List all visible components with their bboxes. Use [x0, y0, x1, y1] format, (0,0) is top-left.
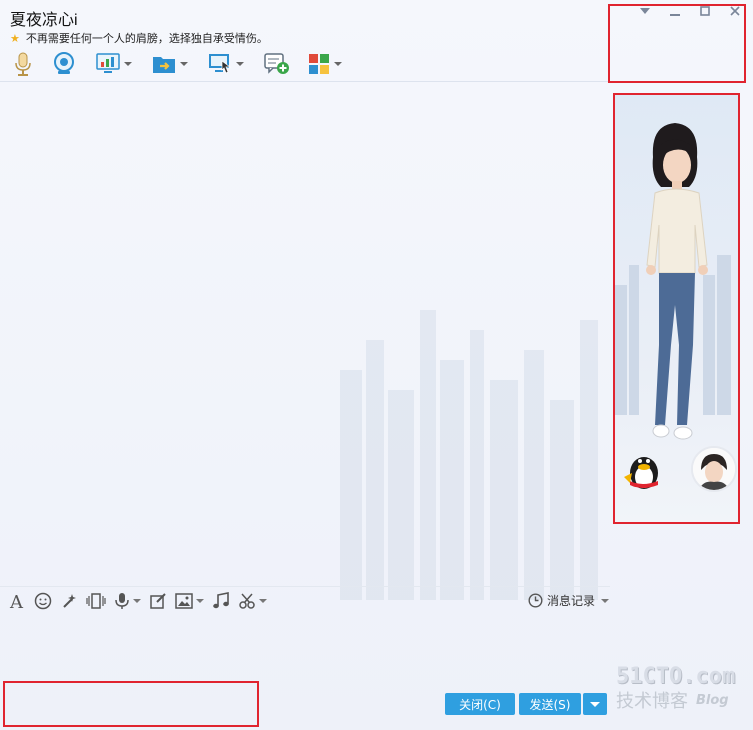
screenshot-button[interactable] [238, 592, 267, 610]
watermark-sub: 技术博客 Blog [616, 687, 741, 713]
edit-button[interactable] [149, 592, 167, 610]
chevron-down-icon[interactable] [334, 62, 342, 66]
watermark-sub-text: 技术博客 [616, 691, 688, 712]
chevron-down-icon[interactable] [180, 62, 188, 66]
edit-pencil-icon [150, 593, 166, 609]
chevron-down-icon[interactable] [259, 599, 267, 603]
clock-icon [528, 593, 543, 608]
svg-text:A: A [9, 592, 24, 610]
chevron-down-icon [590, 701, 600, 707]
chevron-down-icon[interactable] [236, 62, 244, 66]
watermark-logo: 51CTO.com [616, 664, 736, 689]
contact-name-title[interactable]: 夏夜凉心i [10, 6, 78, 30]
image-icon [175, 593, 193, 609]
microphone-icon [15, 52, 31, 76]
message-input-area[interactable] [0, 614, 610, 688]
highlight-box-window-controls [608, 4, 746, 83]
highlight-box-bottom-left [3, 681, 259, 727]
chevron-down-icon [601, 598, 610, 603]
contact-signature: ★ 不再需要任何一个人的肩膀，选择独自承受情伤。 [10, 30, 268, 46]
music-note-icon [213, 592, 229, 609]
send-file-button[interactable] [148, 50, 192, 78]
apps-button[interactable] [304, 50, 346, 78]
star-icon: ★ [10, 31, 20, 45]
chat-toolbar [8, 50, 346, 78]
monitor-chart-icon [96, 53, 120, 73]
watermark: 51CTO.com 技术博客 Blog [616, 664, 741, 713]
create-discussion-button[interactable] [260, 50, 294, 78]
magic-wand-icon [63, 594, 76, 608]
signature-text: 不再需要任何一个人的肩膀，选择独自承受情伤。 [25, 32, 268, 45]
screen-cursor-icon [209, 54, 232, 74]
magic-wand-button[interactable] [60, 592, 78, 610]
folder-arrow-icon [153, 57, 175, 73]
window-shake-button[interactable] [86, 592, 106, 610]
webcam-icon [54, 52, 74, 74]
video-call-button[interactable] [48, 50, 80, 78]
chat-add-icon [264, 53, 289, 74]
send-options-button[interactable] [583, 693, 607, 715]
message-record-label: 消息记录 [547, 594, 596, 608]
font-a-icon: A [9, 592, 24, 610]
input-divider [0, 586, 610, 587]
send-image-button[interactable] [175, 593, 204, 609]
send-button[interactable]: 发送(S) [519, 693, 581, 715]
app-grid-icon [309, 54, 329, 74]
smiley-icon [34, 592, 52, 610]
close-button[interactable]: 关闭(C) [445, 693, 515, 715]
chevron-down-icon[interactable] [124, 62, 132, 66]
scissors-icon [239, 593, 255, 609]
chat-window: 夏夜凉心i ★ 不再需要任何一个人的肩膀，选择独自承受情伤。 A 消息记录 关闭… [0, 0, 753, 730]
input-toolbar: A [8, 590, 608, 612]
font-button[interactable]: A [8, 592, 26, 610]
message-record-button[interactable]: 消息记录 [528, 592, 610, 609]
voice-call-button[interactable] [8, 50, 38, 78]
music-button[interactable] [212, 592, 230, 610]
chevron-down-icon[interactable] [196, 599, 204, 603]
voice-message-button[interactable] [114, 592, 141, 610]
remote-desktop-button[interactable] [92, 50, 136, 78]
highlight-box-avatar-panel [613, 93, 740, 524]
emoji-button[interactable] [34, 592, 52, 610]
screen-share-button[interactable] [204, 50, 248, 78]
watermark-blog: Blog [696, 692, 729, 708]
vibrate-icon [86, 593, 106, 609]
chevron-down-icon[interactable] [133, 599, 141, 603]
microphone-icon [115, 593, 129, 609]
message-history-area[interactable] [0, 82, 610, 582]
